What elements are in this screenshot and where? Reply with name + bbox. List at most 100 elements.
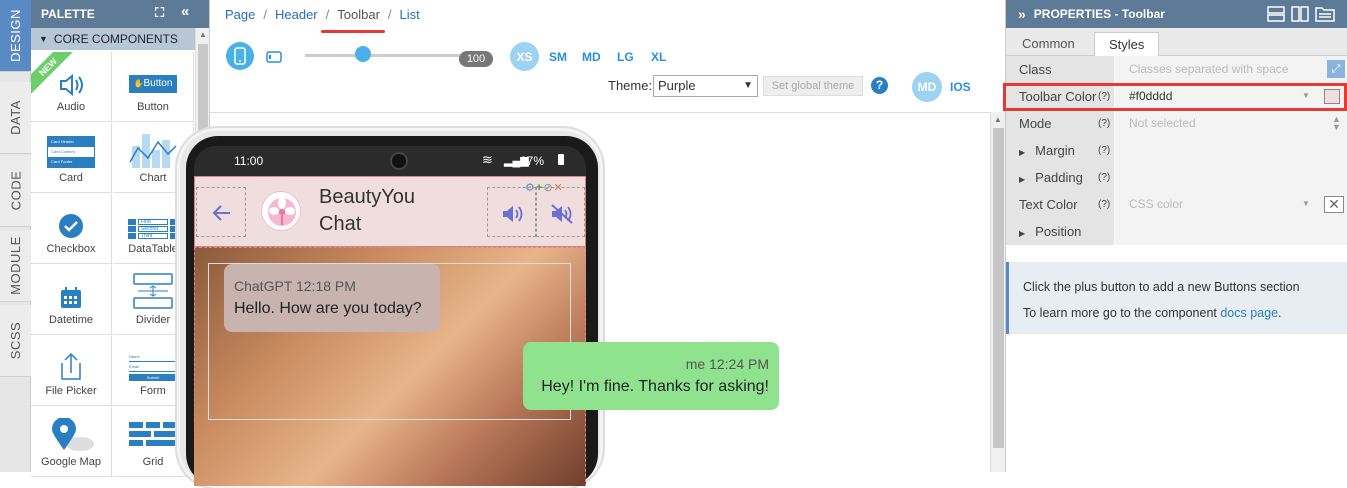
breakpoint-sm[interactable]: SM bbox=[549, 50, 567, 64]
breakpoint-lg[interactable]: LG bbox=[617, 50, 634, 64]
layout-columns-icon[interactable] bbox=[1291, 5, 1309, 23]
toolbar-color-input[interactable]: #f0dddd bbox=[1115, 83, 1347, 110]
mute-button[interactable] bbox=[536, 187, 585, 237]
section-label: CORE COMPONENTS bbox=[53, 32, 178, 46]
palette-item-datetime[interactable]: Datetime bbox=[31, 265, 112, 335]
mobile-device-button[interactable] bbox=[226, 42, 254, 70]
message-bubble-outgoing: me 12:24 PM Hey! I'm fine. Thanks for as… bbox=[523, 342, 779, 410]
tab-data-label: DATA bbox=[8, 100, 23, 135]
tab-scss[interactable]: SCSS bbox=[0, 305, 31, 377]
prop-row-position[interactable]: ▶ Position bbox=[1006, 218, 1347, 245]
palette-item-checkbox[interactable]: Checkbox bbox=[31, 194, 112, 264]
palette-header: PALETTE ⛶ « bbox=[31, 0, 209, 28]
theme-label: Theme: bbox=[608, 78, 653, 93]
set-global-theme-button[interactable]: Set global theme bbox=[763, 76, 863, 96]
palette-item-label: Datetime bbox=[48, 314, 94, 326]
mode-ios-button[interactable]: IOS bbox=[950, 80, 971, 94]
collapse-left-icon[interactable]: « bbox=[181, 3, 189, 20]
chevron-down-icon[interactable]: ▼ bbox=[1302, 91, 1310, 100]
chevron-down-icon[interactable]: ▼ bbox=[1302, 199, 1310, 208]
help-hint[interactable]: (?) bbox=[1098, 191, 1110, 218]
breadcrumb-toolbar[interactable]: Toolbar bbox=[337, 7, 380, 22]
message-text: Hey! I'm fine. Thanks for asking! bbox=[541, 378, 769, 395]
text-color-input[interactable]: CSS color bbox=[1115, 191, 1347, 218]
message-bubble-incoming: ChatGPT 12:18 PM Hello. How are you toda… bbox=[224, 264, 440, 332]
breadcrumb-page[interactable]: Page bbox=[225, 7, 255, 22]
help-hint[interactable]: (?) bbox=[1098, 83, 1110, 110]
map-pin-icon bbox=[52, 418, 94, 451]
palette-item-button[interactable]: ✋Button Button bbox=[113, 52, 194, 122]
color-swatch[interactable] bbox=[1324, 89, 1340, 104]
breakpoint-xs[interactable]: XS bbox=[510, 42, 539, 71]
caret-down-icon: ▼ bbox=[39, 34, 48, 44]
message-text: Hello. How are you today? bbox=[234, 300, 422, 317]
battery-level: 97% bbox=[520, 154, 545, 168]
zoom-slider-track[interactable] bbox=[305, 54, 460, 57]
battery-icon bbox=[558, 154, 564, 165]
help-hint[interactable]: (?) bbox=[1098, 110, 1110, 137]
back-button[interactable] bbox=[196, 187, 246, 237]
landscape-device-icon[interactable] bbox=[266, 51, 282, 63]
info-text: Click the plus button to add a new Butto… bbox=[1023, 280, 1300, 294]
datatable-icon: First Second Third bbox=[128, 219, 178, 239]
breadcrumb-list[interactable]: List bbox=[400, 7, 420, 22]
prop-label: Position bbox=[1035, 224, 1082, 239]
checkbox-icon bbox=[59, 214, 83, 238]
tab-code[interactable]: CODE bbox=[0, 155, 31, 227]
info-text: To learn more go to the component bbox=[1023, 306, 1221, 320]
mode-md-button[interactable]: MD bbox=[912, 72, 942, 102]
prop-row-text-color: Text Color (?) CSS color ▼ ✕ bbox=[1006, 191, 1347, 218]
theme-select[interactable]: Purple ▼ bbox=[653, 75, 758, 97]
grid-icon bbox=[129, 422, 177, 446]
camera-icon bbox=[390, 152, 408, 170]
tab-module-label: MODULE bbox=[8, 236, 23, 295]
mode-select[interactable]: Not selected bbox=[1115, 110, 1347, 137]
upload-icon bbox=[61, 352, 81, 380]
expand-editor-icon[interactable]: ⤢ bbox=[1327, 60, 1345, 78]
breadcrumb-header[interactable]: Header bbox=[275, 7, 318, 22]
volume-on-icon bbox=[503, 206, 523, 222]
tab-design-label: DESIGN bbox=[8, 9, 23, 62]
tab-common[interactable]: Common bbox=[1008, 32, 1089, 56]
palette-item-label: Checkbox bbox=[46, 243, 96, 255]
help-icon[interactable]: ? bbox=[871, 77, 888, 94]
palette-item-google-map[interactable]: Google Map bbox=[31, 407, 112, 477]
help-hint[interactable]: (?) bbox=[1098, 137, 1110, 164]
prop-row-padding[interactable]: ▶ Padding (?) bbox=[1006, 164, 1347, 191]
toolbar-title: BeautyYou Chat bbox=[319, 184, 415, 238]
caret-right-icon: ▶ bbox=[1019, 175, 1026, 184]
prop-row-margin[interactable]: ▶ Margin (?) bbox=[1006, 137, 1347, 164]
arrow-back-icon bbox=[212, 205, 230, 221]
phone-toolbar[interactable]: BeautyYou Chat ⚙+⊘✕ bbox=[194, 176, 586, 247]
tab-styles[interactable]: Styles bbox=[1094, 32, 1160, 56]
class-input[interactable]: Classes separated with space bbox=[1115, 56, 1347, 83]
sort-arrows-icon[interactable]: ▲ ▼ bbox=[1332, 115, 1341, 132]
toolbar-title-line1: BeautyYou bbox=[319, 186, 416, 208]
margin-value bbox=[1115, 137, 1347, 164]
palette-item-label: Chart bbox=[139, 172, 167, 184]
zoom-slider-handle[interactable] bbox=[355, 46, 371, 62]
clear-color-icon[interactable]: ✕ bbox=[1324, 196, 1344, 213]
folder-icon[interactable] bbox=[1315, 5, 1335, 23]
button-icon: ✋Button bbox=[129, 75, 177, 93]
expand-right-icon[interactable]: » bbox=[1018, 6, 1026, 22]
message-meta: ChatGPT 12:18 PM bbox=[234, 278, 356, 294]
tab-design[interactable]: DESIGN bbox=[0, 0, 31, 72]
layout-rows-icon[interactable] bbox=[1267, 5, 1285, 23]
docs-link[interactable]: docs page bbox=[1220, 306, 1278, 320]
breakpoint-xl[interactable]: XL bbox=[651, 50, 666, 64]
tab-module[interactable]: MODULE bbox=[0, 230, 31, 302]
palette-item-card[interactable]: Card Header Card Content Card Footer Car… bbox=[31, 123, 112, 193]
palette-item-audio[interactable]: NEW Audio bbox=[31, 52, 112, 122]
core-components-header[interactable]: ▼ CORE COMPONENTS bbox=[31, 28, 209, 50]
info-line-2: To learn more go to the component docs p… bbox=[1023, 300, 1334, 326]
expand-icon[interactable]: ⛶ bbox=[155, 5, 164, 21]
tab-data[interactable]: DATA bbox=[0, 82, 31, 154]
breakpoint-md[interactable]: MD bbox=[582, 50, 601, 64]
palette-item-file-picker[interactable]: File Picker bbox=[31, 336, 112, 406]
volume-button[interactable] bbox=[487, 187, 536, 237]
info-box: Click the plus button to add a new Butto… bbox=[1006, 262, 1347, 334]
help-hint[interactable]: (?) bbox=[1098, 164, 1110, 191]
canvas-scrollbar[interactable]: ▲ bbox=[990, 112, 1005, 472]
chevron-down-icon: ▼ bbox=[743, 80, 753, 91]
